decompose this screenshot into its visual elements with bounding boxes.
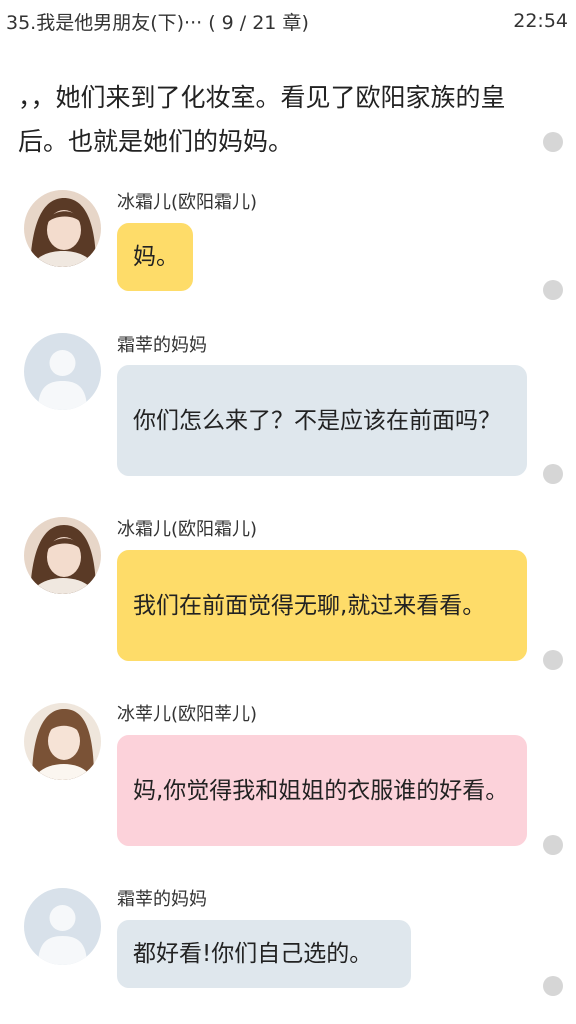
sender-name: 冰霜儿(欧阳霜儿) <box>117 519 258 540</box>
avatar-girl-1-icon[interactable] <box>24 190 101 267</box>
default-avatar-icon[interactable] <box>24 888 101 965</box>
message-comment-dot[interactable] <box>543 976 563 996</box>
sender-name: 冰霜儿(欧阳霜儿) <box>117 192 258 213</box>
message-bubble[interactable]: 妈,你觉得我和姐姐的衣服谁的好看。 <box>117 735 527 846</box>
message-comment-dot[interactable] <box>543 835 563 855</box>
avatar-girl-1-icon[interactable] <box>24 517 101 594</box>
message-bubble[interactable]: 我们在前面觉得无聊,就过来看看。 <box>117 550 527 661</box>
sender-name: 冰莘儿(欧阳莘儿) <box>117 704 258 725</box>
message-text: 我们在前面觉得无聊,就过来看看。 <box>133 592 486 619</box>
sender-name: 霜莘的妈妈 <box>117 335 207 356</box>
message-text: 妈。 <box>133 244 179 270</box>
message-text: 妈,你觉得我和姐姐的衣服谁的好看。 <box>133 777 509 804</box>
message-bubble[interactable]: 妈。 <box>117 223 193 291</box>
message-comment-dot[interactable] <box>543 280 563 300</box>
clock: 22:54 <box>513 10 568 32</box>
status-bar: 35.我是他男朋友(下)··· ( 9 / 21 章) 22:54 <box>0 0 576 40</box>
message-comment-dot[interactable] <box>543 650 563 670</box>
message-bubble[interactable]: 你们怎么来了？不是应该在前面吗？ <box>117 365 527 476</box>
message-text: 都好看!你们自己选的。 <box>133 941 373 967</box>
message-bubble[interactable]: 都好看!你们自己选的。 <box>117 920 411 988</box>
default-avatar-icon[interactable] <box>24 333 101 410</box>
narration-text: ，，她们来到了化妆室。看见了欧阳家族的皇后。也就是她们的妈妈。 <box>18 83 506 156</box>
chapter-title[interactable]: 35.我是他男朋友(下)··· ( 9 / 21 章) <box>6 8 309 35</box>
sender-name: 霜莘的妈妈 <box>117 889 207 910</box>
message-comment-dot[interactable] <box>543 464 563 484</box>
paragraph-comment-dot[interactable] <box>543 132 563 152</box>
message-text: 你们怎么来了？不是应该在前面吗？ <box>133 407 501 434</box>
avatar-girl-2-icon[interactable] <box>24 703 101 780</box>
